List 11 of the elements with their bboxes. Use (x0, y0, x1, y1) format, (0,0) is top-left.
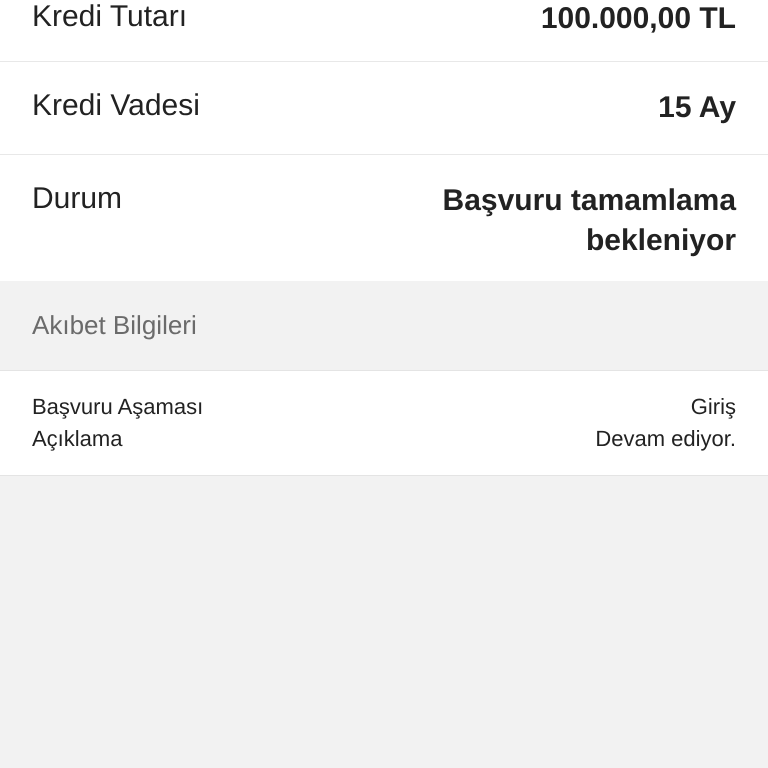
field-label: Kredi Vadesi (32, 88, 200, 124)
section-header: Akıbet Bilgileri (32, 309, 197, 342)
detail-value: Giriş (690, 393, 736, 421)
field-label: Durum (32, 181, 122, 217)
field-label: Kredi Tutarı (32, 0, 188, 35)
detail-label: Başvuru Aşaması (32, 393, 204, 421)
field-value: Başvuru tamamlama bekleniyor (442, 183, 736, 259)
field-value: 100.000,00 TL (540, 1, 736, 37)
field-value: 15 Ay (658, 90, 736, 126)
detail-value: Devam ediyor. (595, 425, 736, 453)
detail-label: Açıklama (32, 425, 122, 453)
